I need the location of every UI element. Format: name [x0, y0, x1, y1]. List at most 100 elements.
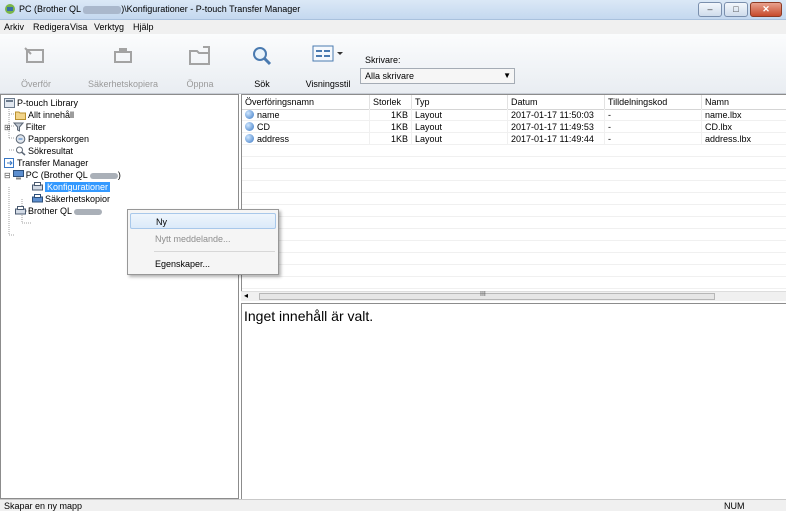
cell-type: Layout — [412, 133, 508, 145]
empty-row — [242, 169, 786, 181]
printer-icon — [32, 182, 43, 191]
redacted-model — [89, 172, 118, 179]
cell-file-name: CD.lbx — [702, 121, 786, 133]
menu-hjalp[interactable]: Hjälp — [133, 22, 154, 32]
transfer-button[interactable]: Överför — [14, 34, 58, 92]
tree-item-backups[interactable]: Säkerhetskopior — [32, 193, 110, 205]
cell-file-name: name.lbx — [702, 109, 786, 121]
column-header-assign-code[interactable]: Tilldelningskod — [605, 95, 702, 109]
empty-row — [242, 193, 786, 205]
tree-item-transfer-manager[interactable]: Transfer Manager — [4, 157, 88, 169]
scroll-left-icon[interactable]: ◂ — [244, 291, 248, 300]
printer-select[interactable]: Alla skrivare ▼ — [360, 68, 515, 84]
file-list[interactable]: Överföringsnamn Storlek Typ Datum Tillde… — [241, 94, 786, 301]
pc-icon — [12, 170, 24, 180]
cell-assign-code: - — [605, 109, 702, 121]
cell-type: Layout — [412, 121, 508, 133]
empty-preview-text: Inget innehåll är valt. — [244, 308, 374, 324]
table-row[interactable]: CD 1KB Layout 2017-01-17 11:49:53 - CD.l… — [242, 121, 786, 133]
context-item-new-message[interactable]: Nytt meddelande... — [130, 231, 276, 247]
empty-row — [242, 229, 786, 241]
expand-icon[interactable]: ⊞ — [4, 123, 11, 132]
cell-date: 2017-01-17 11:50:03 — [508, 109, 605, 121]
cell-file-name: address.lbx — [702, 133, 786, 145]
maximize-button[interactable]: □ — [724, 2, 748, 17]
redacted-model — [74, 208, 103, 215]
transfer-icon — [24, 47, 44, 63]
column-header-type[interactable]: Typ — [412, 95, 508, 109]
empty-row — [242, 241, 786, 253]
cell-transfer-name: name — [242, 109, 370, 121]
menu-verktyg[interactable]: Verktyg — [94, 22, 124, 32]
tree-item-brother[interactable]: Brother QL — [15, 205, 103, 217]
trash-icon — [15, 134, 26, 144]
printer-label: Skrivare: — [365, 55, 401, 65]
menu-arkiv[interactable]: Arkiv — [4, 22, 24, 32]
scrollbar-thumb[interactable] — [259, 293, 715, 300]
table-row[interactable]: name 1KB Layout 2017-01-17 11:50:03 - na… — [242, 109, 786, 121]
preview-pane: Inget innehåll är valt. — [241, 303, 786, 499]
context-item-properties[interactable]: Egenskaper... — [130, 256, 276, 272]
empty-row — [242, 145, 786, 157]
layout-file-icon — [245, 110, 254, 119]
backup-button[interactable]: Säkerhetskopiera — [84, 34, 162, 92]
layout-file-icon — [245, 122, 254, 131]
cell-transfer-name: address — [242, 133, 370, 145]
tree-item-filter[interactable]: ⊞ Filter — [4, 121, 46, 133]
tree-item-library[interactable]: P-touch Library — [4, 97, 78, 109]
column-header-size[interactable]: Storlek — [370, 95, 412, 109]
folder-icon — [15, 111, 26, 120]
title-bar: PC (Brother QL )\Konfigurationer - P-tou… — [0, 0, 786, 20]
redacted-model — [83, 5, 122, 14]
backup-icon — [114, 48, 132, 63]
table-row[interactable]: address 1KB Layout 2017-01-17 11:49:44 -… — [242, 133, 786, 145]
column-header-date[interactable]: Datum — [508, 95, 605, 109]
status-bar: Skapar en ny mapp NUM — [0, 499, 786, 511]
menu-redigera[interactable]: Redigera — [33, 22, 70, 32]
open-icon — [189, 46, 210, 65]
cell-size: 1KB — [370, 121, 412, 133]
horizontal-scrollbar[interactable]: ◂ III — [241, 291, 786, 301]
view-style-button[interactable]: Visningsstil — [300, 34, 356, 92]
window-title: PC (Brother QL )\Konfigurationer - P-tou… — [19, 4, 301, 14]
cell-assign-code: - — [605, 121, 702, 133]
view-style-icon — [312, 45, 343, 62]
search-button[interactable]: Sök — [250, 34, 274, 92]
minimize-button[interactable]: – — [698, 2, 722, 17]
empty-row — [242, 253, 786, 265]
empty-row — [242, 205, 786, 217]
cell-date: 2017-01-17 11:49:53 — [508, 121, 605, 133]
open-button[interactable]: Öppna — [180, 34, 220, 92]
column-header-transfer-name[interactable]: Överföringsnamn — [242, 95, 370, 109]
cell-assign-code: - — [605, 133, 702, 145]
cell-type: Layout — [412, 109, 508, 121]
empty-row — [242, 181, 786, 193]
column-header-name[interactable]: Namn — [702, 95, 786, 109]
scrollbar-grip: III — [480, 291, 486, 298]
printer-icon — [15, 206, 26, 215]
layout-file-icon — [245, 134, 254, 143]
menu-visa[interactable]: Visa — [70, 22, 87, 32]
search-results-icon — [16, 146, 26, 156]
tree-item-configurations[interactable]: Konfigurationer — [32, 181, 111, 193]
close-button[interactable]: ✕ — [750, 2, 782, 17]
context-item-new[interactable]: Ny — [130, 213, 276, 229]
tree-item-trash[interactable]: Papperskorgen — [15, 133, 89, 145]
collapse-icon[interactable]: ⊟ — [4, 171, 11, 180]
tree-item-pc[interactable]: ⊟ PC (Brother QL ) — [4, 169, 121, 181]
library-icon — [4, 98, 15, 108]
chevron-down-icon: ▼ — [503, 71, 511, 80]
tree-pane[interactable]: P-touch Library Allt innehåll ⊞ Filter Pa… — [0, 94, 239, 499]
empty-row — [242, 265, 786, 277]
empty-row — [242, 157, 786, 169]
transfer-manager-icon — [4, 158, 14, 168]
tree-item-all-content[interactable]: Allt innehåll — [15, 109, 74, 121]
num-lock-indicator: NUM — [724, 501, 745, 511]
tree-item-search-results[interactable]: Sökresultat — [15, 145, 73, 157]
context-separator — [154, 251, 275, 252]
menu-bar: Arkiv Redigera Visa Verktyg Hjälp — [0, 20, 786, 34]
empty-row — [242, 217, 786, 229]
cell-transfer-name: CD — [242, 121, 370, 133]
filter-icon — [12, 122, 24, 132]
empty-row — [242, 277, 786, 289]
